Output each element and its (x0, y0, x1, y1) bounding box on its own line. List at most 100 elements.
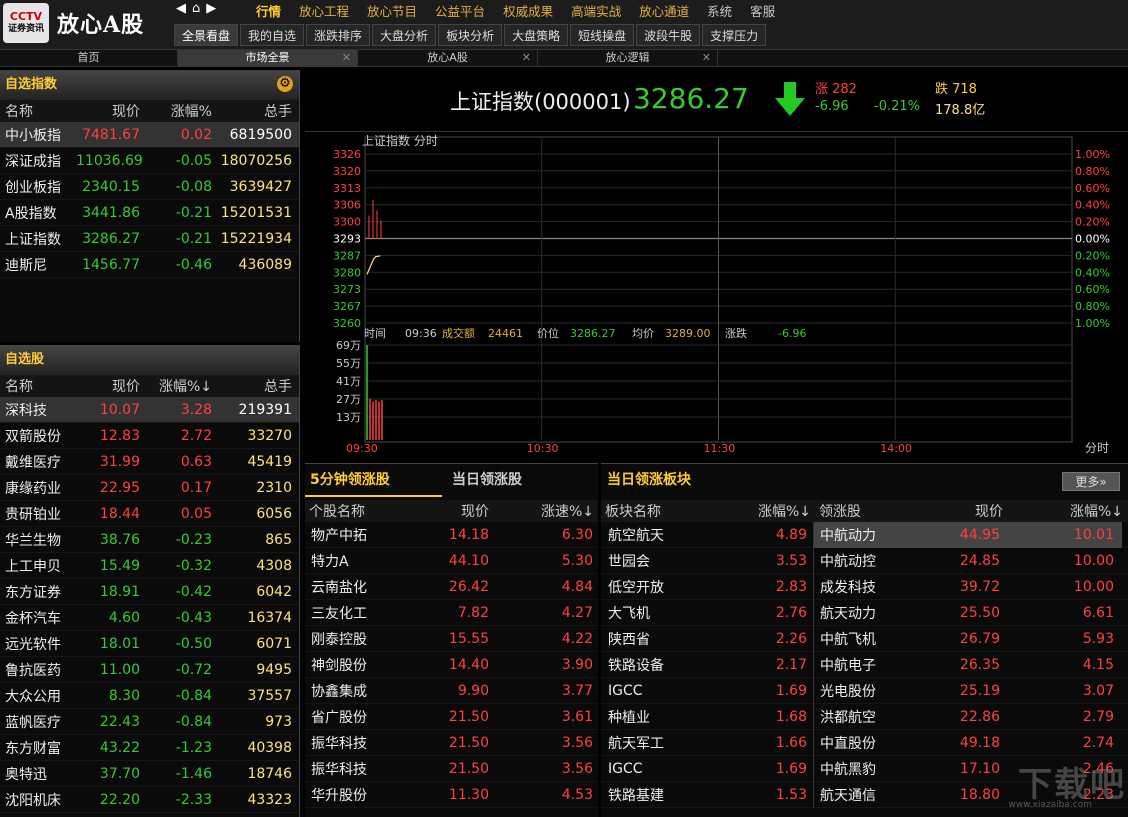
table-row[interactable]: 远光软件 18.01 -0.50 6071 (0, 631, 299, 657)
table-row[interactable]: 三友化工 7.82 4.27 (305, 600, 598, 626)
menu-item-quanwei-chengguo[interactable]: 权威成果 (503, 1, 553, 20)
back-icon[interactable]: ◀ (176, 1, 186, 19)
table-row[interactable]: 康缘药业 22.95 0.17 2310 (0, 475, 299, 501)
col-speed[interactable]: 涨速%↓ (489, 501, 594, 521)
col-lead-stock[interactable]: 领涨股 (811, 501, 931, 521)
col-vol[interactable]: 总手 (212, 101, 296, 121)
table-row[interactable]: 特力A 44.10 5.30 (305, 548, 598, 574)
forward-icon[interactable]: ▶ (206, 1, 216, 19)
table-row[interactable]: 双箭股份 12.83 2.72 33270 (0, 423, 299, 449)
menu-item-system[interactable]: 系统 (707, 1, 732, 20)
gear-icon[interactable]: ⚙ (277, 76, 293, 92)
submenu-boduan[interactable]: 波段牛股 (636, 24, 701, 46)
stock-volume: 33270 (247, 427, 292, 444)
tab-fangxin-luoji[interactable]: 放心逻辑 ✕ (538, 50, 718, 67)
submenu-zixuan[interactable]: 我的自选 (240, 24, 305, 46)
col-name[interactable]: 名称 (0, 376, 76, 396)
more-button[interactable]: 更多» (1062, 472, 1120, 491)
table-row[interactable]: 铁路设备 2.17 中航电子 26.35 4.15 (601, 651, 1128, 678)
menu-item-gaoduan-shizhan[interactable]: 高端实战 (571, 1, 621, 20)
table-row[interactable]: 迪斯尼 1456.77 -0.46 436089 (0, 252, 299, 278)
tab-5min-leaders[interactable]: 5分钟领涨股 (305, 464, 442, 497)
table-row[interactable]: 协鑫集成 9.90 3.77 (305, 678, 598, 704)
table-row[interactable]: 物产中拓 14.18 6.30 (305, 522, 598, 548)
lead-stock-cell: 光电股份 25.19 3.07 (813, 677, 1122, 704)
stock-price: 14.40 (448, 656, 489, 673)
tab-daily-leaders[interactable]: 当日领涨股 (452, 464, 522, 497)
col-stock-name[interactable]: 个股名称 (305, 501, 425, 521)
table-row[interactable]: 世园会 3.53 中航动控 24.85 10.00 (601, 547, 1128, 574)
sector-name: 低空开放 (608, 579, 664, 596)
col-price[interactable]: 现价 (425, 501, 489, 521)
table-row[interactable]: 航天军工 1.66 中直股份 49.18 2.74 (601, 729, 1128, 756)
table-row[interactable]: 深科技 10.07 3.28 219391 (0, 397, 299, 423)
menu-item-hangqing[interactable]: 行情 (256, 1, 281, 20)
col-vol[interactable]: 总手 (212, 376, 296, 396)
table-row[interactable]: 种植业 1.68 洪都航空 22.86 2.79 (601, 703, 1128, 730)
table-row[interactable]: 云南盐化 26.42 4.84 (305, 574, 598, 600)
submenu-zhangdie[interactable]: 涨跌排序 (306, 24, 371, 46)
lead-stock-name: 光电股份 (820, 683, 876, 700)
intraday-chart[interactable]: 上证指数 分时3326 1.00% 3320 0.80% 3313 0.60% 3306 0.… (305, 133, 1128, 460)
table-row[interactable]: 刚泰控股 15.55 4.22 (305, 626, 598, 652)
table-row[interactable]: 蓝帆医疗 22.43 -0.84 973 (0, 709, 299, 735)
table-row[interactable]: 陕西省 2.26 中航飞机 26.79 5.93 (601, 625, 1128, 652)
menu-item-service[interactable]: 客服 (750, 1, 775, 20)
table-row[interactable]: 航空航天 4.89 中航动力 44.95 10.01 (601, 521, 1128, 548)
home-icon[interactable]: ⌂ (192, 1, 200, 19)
col-pct[interactable]: 涨幅% (140, 101, 212, 121)
down-arrow-icon (775, 82, 805, 116)
table-row[interactable]: 神剑股份 14.40 3.90 (305, 652, 598, 678)
close-icon[interactable]: ✕ (522, 50, 531, 66)
submenu-duanxian[interactable]: 短线操盘 (570, 24, 635, 46)
col-name[interactable]: 名称 (0, 101, 76, 121)
table-row[interactable]: 大众公用 8.30 -0.84 37557 (0, 683, 299, 709)
table-row[interactable]: 贵研铂业 18.44 0.05 6056 (0, 501, 299, 527)
table-row[interactable]: 华兰生物 38.76 -0.23 865 (0, 527, 299, 553)
submenu-bankuai-fenxi[interactable]: 板块分析 (438, 24, 503, 46)
submenu-quanjing[interactable]: 全景看盘 (174, 24, 239, 46)
table-row[interactable]: 沈阳机床 22.20 -2.33 43323 (0, 787, 299, 813)
table-row[interactable]: 奥特迅 37.70 -1.46 18746 (0, 761, 299, 787)
stock-name: 东方财富 (5, 740, 61, 757)
table-row[interactable]: 振华科技 21.50 3.56 (305, 756, 598, 782)
col-sector-pct[interactable]: 涨幅%↓ (721, 501, 811, 521)
tab-home[interactable]: 首页 (0, 50, 178, 67)
submenu-zhicheng[interactable]: 支撑压力 (702, 24, 767, 46)
menu-item-fangxin-gongcheng[interactable]: 放心工程 (299, 1, 349, 20)
col-lead-pct[interactable]: 涨幅%↓ (1003, 501, 1123, 521)
table-row[interactable]: 上证指数 3286.27 -0.21 15221934 (0, 226, 299, 252)
table-row[interactable]: 鲁抗医药 11.00 -0.72 9495 (0, 657, 299, 683)
menu-item-fangxin-tongdao[interactable]: 放心通道 (639, 1, 689, 20)
table-row[interactable]: IGCC 1.69 光电股份 25.19 3.07 (601, 677, 1128, 704)
table-row[interactable]: 创业板指 2340.15 -0.08 3639427 (0, 174, 299, 200)
table-row[interactable]: 上工申贝 15.49 -0.32 4308 (0, 553, 299, 579)
submenu-dapan-celue[interactable]: 大盘策略 (504, 24, 569, 46)
col-pct[interactable]: 涨幅%↓ (140, 376, 212, 396)
col-lead-price[interactable]: 现价 (931, 501, 1003, 521)
table-row[interactable]: 中小板指 7481.67 0.02 6819500 (0, 122, 299, 148)
table-row[interactable]: 华升股份 11.30 4.53 (305, 782, 598, 808)
table-row[interactable]: 戴维医疗 31.99 0.63 45419 (0, 449, 299, 475)
menu-item-fangxin-jiemu[interactable]: 放心节目 (367, 1, 417, 20)
submenu-dapan-fenxi[interactable]: 大盘分析 (372, 24, 437, 46)
tab-fangxin-ag[interactable]: 放心A股 ✕ (358, 50, 538, 67)
stock-name: 戴维医疗 (5, 454, 61, 471)
table-row[interactable]: 大飞机 2.76 航天动力 25.50 6.61 (601, 599, 1128, 626)
table-row[interactable]: 金杯汽车 4.60 -0.43 16374 (0, 605, 299, 631)
pct-tick-label: 0.60% (1075, 283, 1110, 296)
col-price[interactable]: 现价 (76, 376, 140, 396)
table-row[interactable]: 省广股份 21.50 3.61 (305, 704, 598, 730)
tab-market-overview[interactable]: 市场全景 ✕ (178, 50, 358, 67)
table-row[interactable]: 深证成指 11036.69 -0.05 18070256 (0, 148, 299, 174)
close-icon[interactable]: ✕ (702, 50, 711, 66)
table-row[interactable]: 东方证券 18.91 -0.42 6042 (0, 579, 299, 605)
menu-item-gongyi-pingtai[interactable]: 公益平台 (435, 1, 485, 20)
col-price[interactable]: 现价 (76, 101, 140, 121)
close-icon[interactable]: ✕ (342, 50, 351, 66)
col-sector-name[interactable]: 板块名称 (601, 501, 721, 521)
table-row[interactable]: 振华科技 21.50 3.56 (305, 730, 598, 756)
table-row[interactable]: 东方财富 43.22 -1.23 40398 (0, 735, 299, 761)
table-row[interactable]: 低空开放 2.83 成发科技 39.72 10.00 (601, 573, 1128, 600)
table-row[interactable]: A股指数 3441.86 -0.21 15201531 (0, 200, 299, 226)
